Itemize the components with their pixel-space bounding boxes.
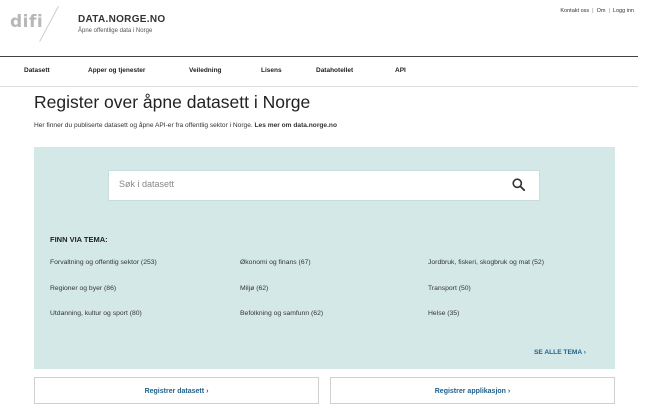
separator: | <box>608 8 610 14</box>
register-app-button[interactable]: Registrer applikasjon › <box>330 377 615 404</box>
nav-item-datasett[interactable]: Datasett <box>24 67 50 74</box>
theme-link[interactable]: Transport (50) <box>428 285 471 292</box>
intro-text: Her finner du publiserte datasett og åpn… <box>34 122 337 129</box>
nav-item-api[interactable]: API <box>395 67 406 74</box>
theme-link[interactable]: Miljø (62) <box>240 285 268 292</box>
site-title[interactable]: DATA.NORGE.NO <box>78 14 165 25</box>
nav-item-apper[interactable]: Apper og tjenester <box>88 67 145 74</box>
chevron-right-icon: › <box>583 349 586 356</box>
chevron-right-icon: › <box>507 388 511 395</box>
theme-link[interactable]: Helse (35) <box>428 310 459 317</box>
about-link[interactable]: Om <box>597 8 606 14</box>
chevron-right-icon: › <box>206 388 209 395</box>
themes-heading: FINN VIA TEMA: <box>50 235 108 244</box>
nav-item-veiledning[interactable]: Veiledning <box>189 67 222 74</box>
search-box <box>108 170 540 201</box>
theme-link[interactable]: Jordbruk, fiskeri, skogbruk og mat (52) <box>428 259 544 266</box>
register-dataset-label: Registrer datasett <box>144 388 205 395</box>
main-nav: Datasett Apper og tjenester Veiledning L… <box>0 56 638 87</box>
search-input[interactable] <box>119 179 499 189</box>
separator: | <box>592 8 594 14</box>
theme-link[interactable]: Utdanning, kultur og sport (80) <box>50 310 142 317</box>
nav-item-lisens[interactable]: Lisens <box>261 67 282 74</box>
difi-logo[interactable]: difi <box>10 12 43 32</box>
read-more-link[interactable]: Les mer om data.norge.no <box>255 122 337 129</box>
contact-link[interactable]: Kontakt oss <box>560 8 589 14</box>
register-dataset-button[interactable]: Registrer datasett › <box>34 377 319 404</box>
site-subtitle: Åpne offentlige data i Norge <box>78 28 153 34</box>
theme-link[interactable]: Befolkning og samfunn (62) <box>240 310 323 317</box>
top-links: Kontakt oss | Om | Logg inn <box>560 8 634 14</box>
theme-link[interactable]: Forvaltning og offentlig sektor (253) <box>50 259 157 266</box>
register-app-label: Registrer applikasjon <box>434 388 506 395</box>
login-link[interactable]: Logg inn <box>613 8 634 14</box>
theme-link[interactable]: Økonomi og finans (67) <box>240 259 311 266</box>
see-all-themes-link[interactable]: SE ALLE TEMA › <box>534 349 586 356</box>
search-icon[interactable] <box>512 178 525 191</box>
theme-link[interactable]: Regioner og byer (86) <box>50 285 116 292</box>
nav-item-datahotellet[interactable]: Datahotellet <box>316 67 353 74</box>
intro-body: Her finner du publiserte datasett og åpn… <box>34 122 255 129</box>
page-title: Register over åpne datasett i Norge <box>34 92 311 112</box>
see-all-label: SE ALLE TEMA <box>534 349 582 356</box>
